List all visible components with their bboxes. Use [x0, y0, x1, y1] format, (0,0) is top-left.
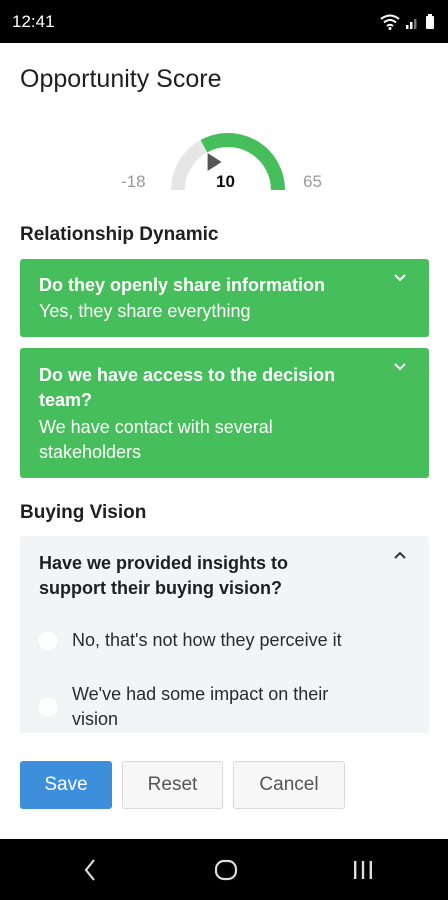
opportunity-score-sheet: Opportunity Score -18 10 65 Relationship…	[0, 43, 448, 833]
wifi-icon	[380, 14, 400, 30]
chevron-down-icon[interactable]	[393, 273, 407, 283]
answer-text-line-1: We have contact with several	[39, 417, 273, 437]
section-title-relationship-dynamic: Relationship Dynamic	[20, 224, 219, 245]
signal-icon	[406, 18, 417, 29]
score-gauge: -18 10 65	[0, 128, 448, 198]
answer-text-line-2: stakeholders	[39, 442, 142, 462]
reset-button[interactable]: Reset	[122, 761, 223, 809]
page-title: Opportunity Score	[20, 65, 222, 93]
status-bar: 12:41	[0, 0, 448, 43]
option-not-perceived[interactable]: No, that's not how they perceive it	[38, 630, 342, 651]
option-label: No, that's not how they perceive it	[72, 630, 342, 650]
navigation-bar	[0, 839, 448, 900]
recents-icon[interactable]	[352, 858, 374, 882]
option-some-impact[interactable]: We've had some impact on their vision	[38, 684, 328, 729]
question-card-share-information[interactable]: Do they openly share information Yes, th…	[20, 259, 429, 337]
question-text-line-2: team?	[39, 390, 93, 410]
back-icon[interactable]	[82, 858, 98, 882]
section-title-buying-vision: Buying Vision	[20, 502, 147, 523]
gauge-max-label: 65	[303, 172, 322, 191]
home-icon[interactable]	[214, 858, 238, 882]
question-text-line-1: Have we provided insights to	[39, 553, 289, 573]
chevron-down-icon[interactable]	[393, 362, 407, 372]
gauge-value: 10	[216, 172, 235, 191]
battery-icon	[426, 14, 434, 29]
answer-text: Yes, they share everything	[39, 301, 251, 321]
radio-button[interactable]	[38, 631, 58, 651]
gauge-min-label: -18	[121, 172, 146, 191]
question-card-decision-team[interactable]: Do we have access to the decision team? …	[20, 348, 429, 478]
radio-button[interactable]	[38, 697, 58, 717]
option-label-line-1: We've had some impact on their	[72, 684, 329, 704]
option-label-line-2: vision	[72, 709, 119, 729]
question-text-line-2: support their buying vision?	[39, 578, 282, 598]
question-text: Do they openly share information	[39, 275, 326, 295]
status-time: 12:41	[12, 11, 55, 31]
chevron-up-icon[interactable]	[393, 550, 407, 560]
cancel-button[interactable]: Cancel	[233, 761, 345, 809]
question-card-buying-vision[interactable]: Have we provided insights to support the…	[20, 536, 429, 733]
status-icons	[380, 14, 434, 30]
question-text-line-1: Do we have access to the decision	[39, 365, 336, 385]
save-button[interactable]: Save	[20, 761, 112, 809]
gauge-pointer-icon	[207, 152, 222, 171]
